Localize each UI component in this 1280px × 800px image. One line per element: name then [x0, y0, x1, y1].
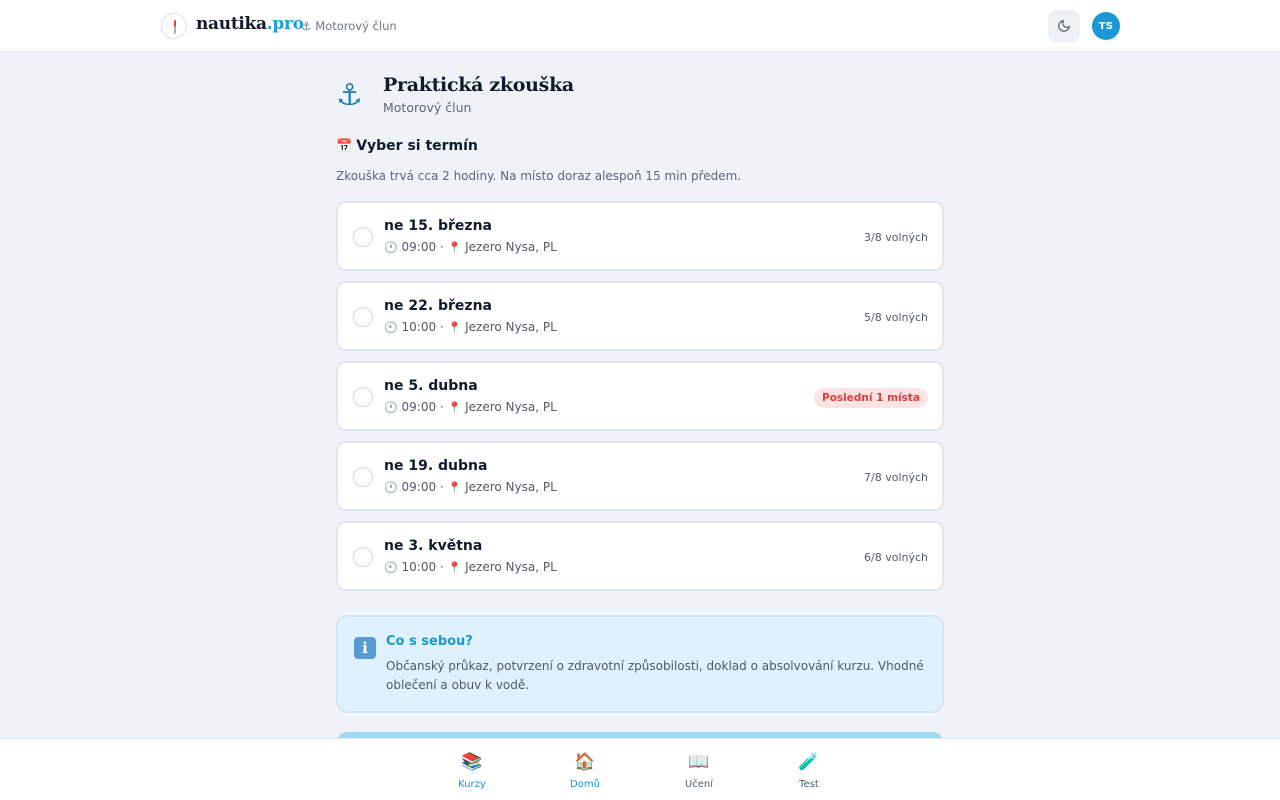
- slot-time: 10:00: [401, 560, 437, 574]
- theme-toggle-button[interactable]: [1048, 10, 1080, 42]
- info-text: Občanský průkaz, potvrzení o zdravotní z…: [386, 659, 924, 692]
- slot-option[interactable]: ne 22. března 🕙 10:00 · 📍 Jezero Nysa, P…: [336, 281, 944, 351]
- slot-meta: 🕙 10:00 · 📍 Jezero Nysa, PL: [384, 320, 557, 334]
- slot-time: 09:00: [401, 240, 437, 254]
- nav-label: Kurzy: [458, 779, 486, 790]
- slot-time: 10:00: [401, 320, 437, 334]
- slot-date: ne 5. dubna: [384, 378, 478, 394]
- brand-name: nautika: [196, 14, 267, 34]
- slot-date: ne 22. března: [384, 298, 492, 314]
- slot-list: ne 15. března 🕐 09:00 · 📍 Jezero Nysa, P…: [336, 201, 944, 601]
- slot-availability: 5/8 volných: [864, 311, 928, 324]
- info-icon: i: [354, 637, 376, 659]
- clock-icon: 🕙: [384, 561, 398, 574]
- info-title: Co s sebou?: [386, 634, 473, 649]
- slot-date: ne 15. března: [384, 218, 492, 234]
- section-heading: 📅 Vyber si termín: [336, 138, 478, 154]
- book-icon: 📖: [688, 752, 710, 772]
- nav-label: Učení: [684, 779, 714, 790]
- pin-icon: 📍: [447, 241, 462, 254]
- nav-label: Domů: [570, 779, 600, 790]
- slot-place: Jezero Nysa, PL: [465, 400, 557, 414]
- pin-icon: 📍: [447, 561, 462, 574]
- nav-item-test[interactable]: 🧪 Test: [779, 751, 839, 790]
- brand-logo[interactable]: nautika.pro: [196, 14, 304, 34]
- slot-time: 09:00: [401, 400, 437, 414]
- anchor-icon: ⚓: [336, 78, 363, 113]
- slot-availability: 7/8 volných: [864, 471, 928, 484]
- slot-place: Jezero Nysa, PL: [465, 240, 557, 254]
- slot-availability: 3/8 volných: [864, 231, 928, 244]
- slot-meta: 🕐 09:00 · 📍 Jezero Nysa, PL: [384, 400, 557, 414]
- radio-button[interactable]: [353, 227, 373, 247]
- bottom-nav: 📚 Kurzy 🏠 Domů 📖 Učení 🧪 Test: [0, 738, 1280, 800]
- slot-time: 09:00: [401, 480, 437, 494]
- slot-meta: 🕐 09:00 · 📍 Jezero Nysa, PL: [384, 480, 557, 494]
- last-spots-badge: Poslední 1 místa: [814, 388, 928, 408]
- pin-icon: 📍: [447, 321, 462, 334]
- nav-label: Test: [799, 779, 819, 790]
- pin-icon: 📍: [447, 401, 462, 414]
- moon-icon: [1058, 20, 1070, 32]
- slot-meta: 🕙 10:00 · 📍 Jezero Nysa, PL: [384, 560, 557, 574]
- clock-icon: 🕐: [384, 401, 398, 414]
- page-title: Praktická zkouška: [383, 74, 574, 96]
- pin-icon: 📍: [447, 481, 462, 494]
- slot-option[interactable]: ne 19. dubna 🕐 09:00 · 📍 Jezero Nysa, PL…: [336, 441, 944, 511]
- clock-icon: 🕐: [384, 481, 398, 494]
- slot-date: ne 3. května: [384, 538, 483, 554]
- intro-text: Zkouška trvá cca 2 hodiny. Na místo dora…: [336, 169, 742, 183]
- breadcrumb[interactable]: · ⚓ Motorový člun: [294, 19, 397, 33]
- compass-logo-icon[interactable]: [161, 13, 187, 39]
- slot-date: ne 19. dubna: [384, 458, 488, 474]
- slot-option[interactable]: ne 3. května 🕙 10:00 · 📍 Jezero Nysa, PL…: [336, 521, 944, 591]
- calendar-icon: 📅: [336, 139, 353, 154]
- slot-option[interactable]: ne 15. března 🕐 09:00 · 📍 Jezero Nysa, P…: [336, 201, 944, 271]
- clock-icon: 🕐: [384, 241, 398, 254]
- radio-button[interactable]: [353, 547, 373, 567]
- nav-item-uceni[interactable]: 📖 Učení: [669, 751, 729, 790]
- clock-icon: 🕙: [384, 321, 398, 334]
- test-tube-icon: 🧪: [798, 752, 820, 772]
- slot-option[interactable]: ne 5. dubna 🕐 09:00 · 📍 Jezero Nysa, PL …: [336, 361, 944, 431]
- page-subtitle: Motorový člun: [383, 100, 472, 115]
- slot-place: Jezero Nysa, PL: [465, 320, 557, 334]
- top-bar: nautika.pro · ⚓ Motorový člun TS: [0, 0, 1280, 52]
- section-title: Vyber si termín: [356, 138, 478, 154]
- books-icon: 📚: [461, 752, 483, 772]
- slot-meta: 🕐 09:00 · 📍 Jezero Nysa, PL: [384, 240, 557, 254]
- radio-button[interactable]: [353, 467, 373, 487]
- user-avatar[interactable]: TS: [1092, 12, 1120, 40]
- radio-button[interactable]: [353, 387, 373, 407]
- info-box: i Co s sebou? Občanský průkaz, potvrzení…: [336, 615, 944, 713]
- home-icon: 🏠: [574, 752, 596, 772]
- slot-place: Jezero Nysa, PL: [465, 560, 557, 574]
- nav-item-kurzy[interactable]: 📚 Kurzy: [442, 751, 502, 790]
- nav-item-domu[interactable]: 🏠 Domů: [555, 751, 615, 790]
- radio-button[interactable]: [353, 307, 373, 327]
- slot-availability: 6/8 volných: [864, 551, 928, 564]
- slot-place: Jezero Nysa, PL: [465, 480, 557, 494]
